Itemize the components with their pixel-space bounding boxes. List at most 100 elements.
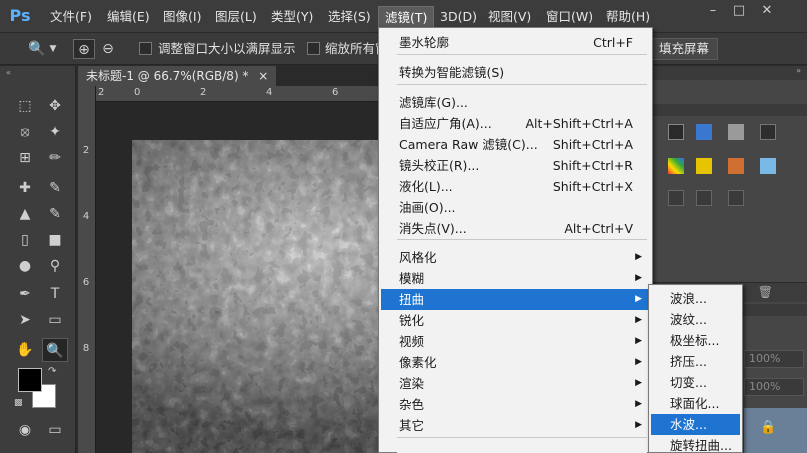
filter-menu-item[interactable]: 视频 ▶ — [381, 331, 650, 352]
history-brush-icon[interactable]: ✎ — [42, 202, 68, 226]
dodge-tool-icon[interactable]: ⚲ — [42, 254, 68, 278]
distort-submenu-item[interactable]: 挤压... — [651, 351, 740, 372]
menu-window[interactable]: 窗口(W) — [540, 6, 599, 28]
marquee-tool-icon[interactable]: ⬚ — [12, 94, 38, 118]
panel-collapse-icon[interactable]: » — [652, 66, 807, 80]
style-swatch[interactable] — [728, 158, 744, 174]
rectangle-tool-icon[interactable]: ▭ — [42, 308, 68, 332]
menu-select[interactable]: 选择(S) — [322, 6, 377, 28]
zoom-tool-icon[interactable]: 🔍 — [26, 39, 48, 59]
maximize-button[interactable]: □ — [728, 2, 750, 20]
filter-menu-item[interactable]: 像素化 ▶ — [381, 352, 650, 373]
dropdown-arrow-icon[interactable]: ▼ — [46, 39, 60, 59]
submenu-arrow-icon: ▶ — [635, 336, 642, 346]
eyedropper-icon[interactable]: ✏ — [42, 146, 68, 170]
opacity-field[interactable]: 100% — [744, 350, 804, 368]
type-tool-icon[interactable]: T — [42, 282, 68, 306]
distort-submenu-item[interactable]: 波纹... — [651, 309, 740, 330]
filter-menu-item[interactable]: 液化(L)... Shift+Ctrl+X — [381, 176, 650, 197]
menu-view[interactable]: 视图(V) — [482, 6, 537, 28]
tab-close-icon[interactable]: × — [258, 69, 268, 83]
quick-mask-icon[interactable]: ◉ — [12, 418, 38, 442]
style-swatch[interactable] — [696, 158, 712, 174]
lasso-tool-icon[interactable]: ⦻ — [12, 120, 38, 144]
resize-windows-label: 调整窗口大小以满屏显示 — [158, 41, 296, 56]
filter-menu-item[interactable]: 滤镜库(G)... — [381, 92, 650, 113]
layer-row-selected[interactable]: 🔒 — [744, 408, 807, 453]
clone-stamp-icon[interactable]: ▲ — [12, 202, 38, 226]
screen-mode-icon[interactable]: ▭ — [42, 418, 68, 442]
trash-icon[interactable]: 🗑 — [758, 285, 773, 299]
filter-menu-item[interactable]: 墨水轮廓 Ctrl+F — [381, 32, 650, 53]
style-swatch[interactable] — [696, 124, 712, 140]
menu-file[interactable]: 文件(F) — [44, 6, 98, 28]
filter-menu-item[interactable]: 扭曲 ▶ — [381, 289, 650, 310]
path-selection-icon[interactable]: ➤ — [12, 308, 38, 332]
zoom-in-icon[interactable]: ⊕ — [73, 39, 95, 59]
style-swatch[interactable] — [668, 190, 684, 206]
vertical-ruler: 2 4 6 8 — [78, 86, 96, 453]
menu-edit[interactable]: 编辑(E) — [101, 6, 156, 28]
filter-menu-item[interactable]: 油画(O)... — [381, 197, 650, 218]
fill-screen-button[interactable]: 填充屏幕 — [650, 38, 719, 60]
distort-submenu-item[interactable]: 极坐标... — [651, 330, 740, 351]
filter-menu-item[interactable]: 自适应广角(A)... Alt+Shift+Ctrl+A — [381, 113, 650, 134]
filter-menu-item[interactable]: Camera Raw 滤镜(C)... Shift+Ctrl+A — [381, 134, 650, 155]
distort-submenu-item[interactable]: 波浪... — [651, 288, 740, 309]
collapse-icon[interactable]: « — [6, 68, 11, 77]
filter-menu-item[interactable]: 模糊 ▶ — [381, 268, 650, 289]
close-button[interactable]: ✕ — [756, 2, 778, 20]
style-swatch[interactable] — [728, 124, 744, 140]
zoom-tool-button[interactable]: 🔍 — [42, 338, 68, 362]
distort-submenu-item[interactable]: 切变... — [651, 372, 740, 393]
menu-item-label: 风格化 — [399, 250, 437, 265]
menu-item-label: 杂色 — [399, 397, 425, 412]
zoom-all-checkbox[interactable] — [307, 42, 320, 55]
minimize-button[interactable]: – — [702, 2, 724, 20]
pen-tool-icon[interactable]: ✒ — [12, 282, 38, 306]
foreground-color-swatch[interactable] — [18, 368, 42, 392]
filter-menu-item[interactable]: 转换为智能滤镜(S) — [381, 62, 650, 83]
magic-wand-icon[interactable]: ✦ — [42, 120, 68, 144]
filter-menu-item[interactable]: 其它 ▶ — [381, 415, 650, 436]
gradient-tool-icon[interactable]: ■ — [42, 228, 68, 252]
swap-colors-icon[interactable]: ↷ — [48, 366, 56, 377]
brush-tool-icon[interactable]: ✎ — [42, 176, 68, 200]
menu-3d[interactable]: 3D(D) — [434, 6, 483, 28]
document-tab[interactable]: 未标题-1 @ 66.7%(RGB/8) * × — [78, 66, 277, 86]
hand-tool-icon[interactable]: ✋ — [12, 338, 38, 362]
filter-menu-item[interactable]: 锐化 ▶ — [381, 310, 650, 331]
ruler-tick: 8 — [82, 343, 90, 354]
filter-menu-item[interactable]: 渲染 ▶ — [381, 373, 650, 394]
submenu-arrow-icon: ▶ — [635, 378, 642, 388]
style-swatch[interactable] — [760, 158, 776, 174]
default-colors-icon[interactable]: ▩ — [14, 398, 23, 408]
style-swatch[interactable] — [668, 124, 684, 140]
menu-help[interactable]: 帮助(H) — [600, 6, 656, 28]
healing-brush-icon[interactable]: ✚ — [12, 176, 38, 200]
move-tool-icon[interactable]: ✥ — [42, 94, 68, 118]
filter-menu-item[interactable]: 杂色 ▶ — [381, 394, 650, 415]
menu-layer[interactable]: 图层(L) — [209, 6, 263, 28]
fill-field[interactable]: 100% — [744, 378, 804, 396]
menu-type[interactable]: 类型(Y) — [265, 6, 319, 28]
distort-submenu: 波浪... 波纹... 极坐标... 挤压... 切变... 球面化... 水波... 旋转扭… — [648, 284, 743, 453]
style-swatch[interactable] — [728, 190, 744, 206]
style-swatch[interactable] — [668, 158, 684, 174]
menu-filter[interactable]: 滤镜(T) — [378, 6, 435, 28]
style-swatch[interactable] — [696, 190, 712, 206]
filter-menu-item[interactable]: 镜头校正(R)... Shift+Ctrl+R — [381, 155, 650, 176]
eraser-tool-icon[interactable]: ▯ — [12, 228, 38, 252]
distort-submenu-item[interactable]: 旋转扭曲... — [651, 435, 740, 453]
resize-windows-checkbox[interactable] — [139, 42, 152, 55]
menu-image[interactable]: 图像(I) — [157, 6, 207, 28]
style-swatch[interactable] — [760, 124, 776, 140]
distort-submenu-item[interactable]: 水波... — [651, 414, 740, 435]
filter-menu-item[interactable]: 消失点(V)... Alt+Ctrl+V — [381, 218, 650, 239]
crop-tool-icon[interactable]: ⊞ — [12, 146, 38, 170]
filter-menu-item[interactable]: 风格化 ▶ — [381, 247, 650, 268]
menu-item-label: 视频 — [399, 334, 425, 349]
zoom-out-icon[interactable]: ⊖ — [97, 39, 119, 59]
distort-submenu-item[interactable]: 球面化... — [651, 393, 740, 414]
blur-tool-icon[interactable]: ● — [12, 254, 38, 278]
